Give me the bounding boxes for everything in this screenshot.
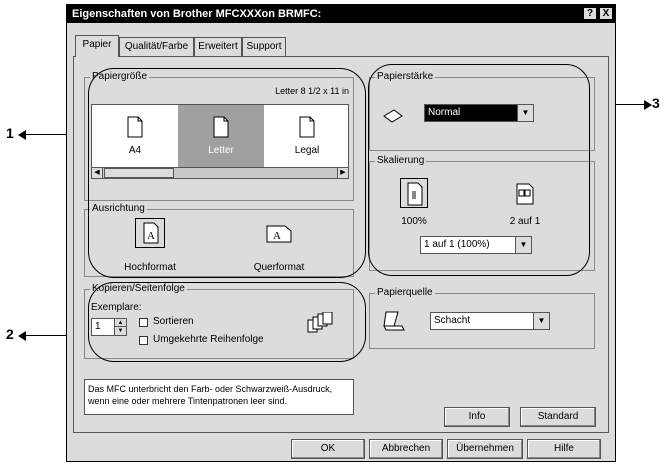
papierquelle-value: Schacht [434, 315, 471, 326]
title-bar: Eigenschaften von Brother MFCXXXon BRMFC… [67, 5, 615, 23]
help-title-button[interactable]: ? [583, 7, 597, 20]
tab-erweitert[interactable]: Erweitert [194, 37, 242, 56]
callout-3-arrowhead [644, 100, 652, 110]
tab-support[interactable]: Support [242, 37, 286, 56]
tab-papier[interactable]: Papier [75, 35, 119, 57]
callout-2: 2 [6, 326, 14, 342]
info-message-text: Das MFC unterbricht den Farb- oder Schwa… [88, 384, 333, 406]
papierquelle-group: Papierquelle Schacht ▼ [369, 287, 595, 349]
papierquelle-label: Papierquelle [375, 287, 435, 298]
papierquelle-select[interactable]: Schacht ▼ [430, 312, 550, 330]
chevron-down-icon[interactable]: ▼ [533, 313, 549, 329]
callout-2-arrowhead [18, 331, 26, 341]
callout-1: 1 [6, 125, 14, 141]
window-title: Eigenschaften von Brother MFCXXXon BRMFC… [72, 8, 322, 20]
apply-button[interactable]: Übernehmen [447, 439, 523, 459]
callout-1-arrowhead [18, 130, 26, 140]
close-title-button[interactable]: X [599, 7, 613, 20]
info-message-box: Das MFC unterbricht den Farb- oder Schwa… [84, 379, 354, 415]
callout-3: 3 [652, 95, 660, 111]
highlight-oval-kopieren [88, 282, 366, 362]
cancel-button[interactable]: Abbrechen [369, 439, 443, 459]
tab-qualitaet-farbe[interactable]: Qualität/Farbe [119, 37, 194, 56]
ok-button[interactable]: OK [291, 439, 365, 459]
standard-button[interactable]: Standard [520, 407, 596, 427]
highlight-oval-papiergroesse [88, 68, 366, 278]
highlight-oval-papierstaerke [368, 64, 590, 276]
help-button[interactable]: Hilfe [527, 439, 601, 459]
info-button[interactable]: Info [444, 407, 510, 427]
paper-tray-icon [382, 310, 406, 332]
